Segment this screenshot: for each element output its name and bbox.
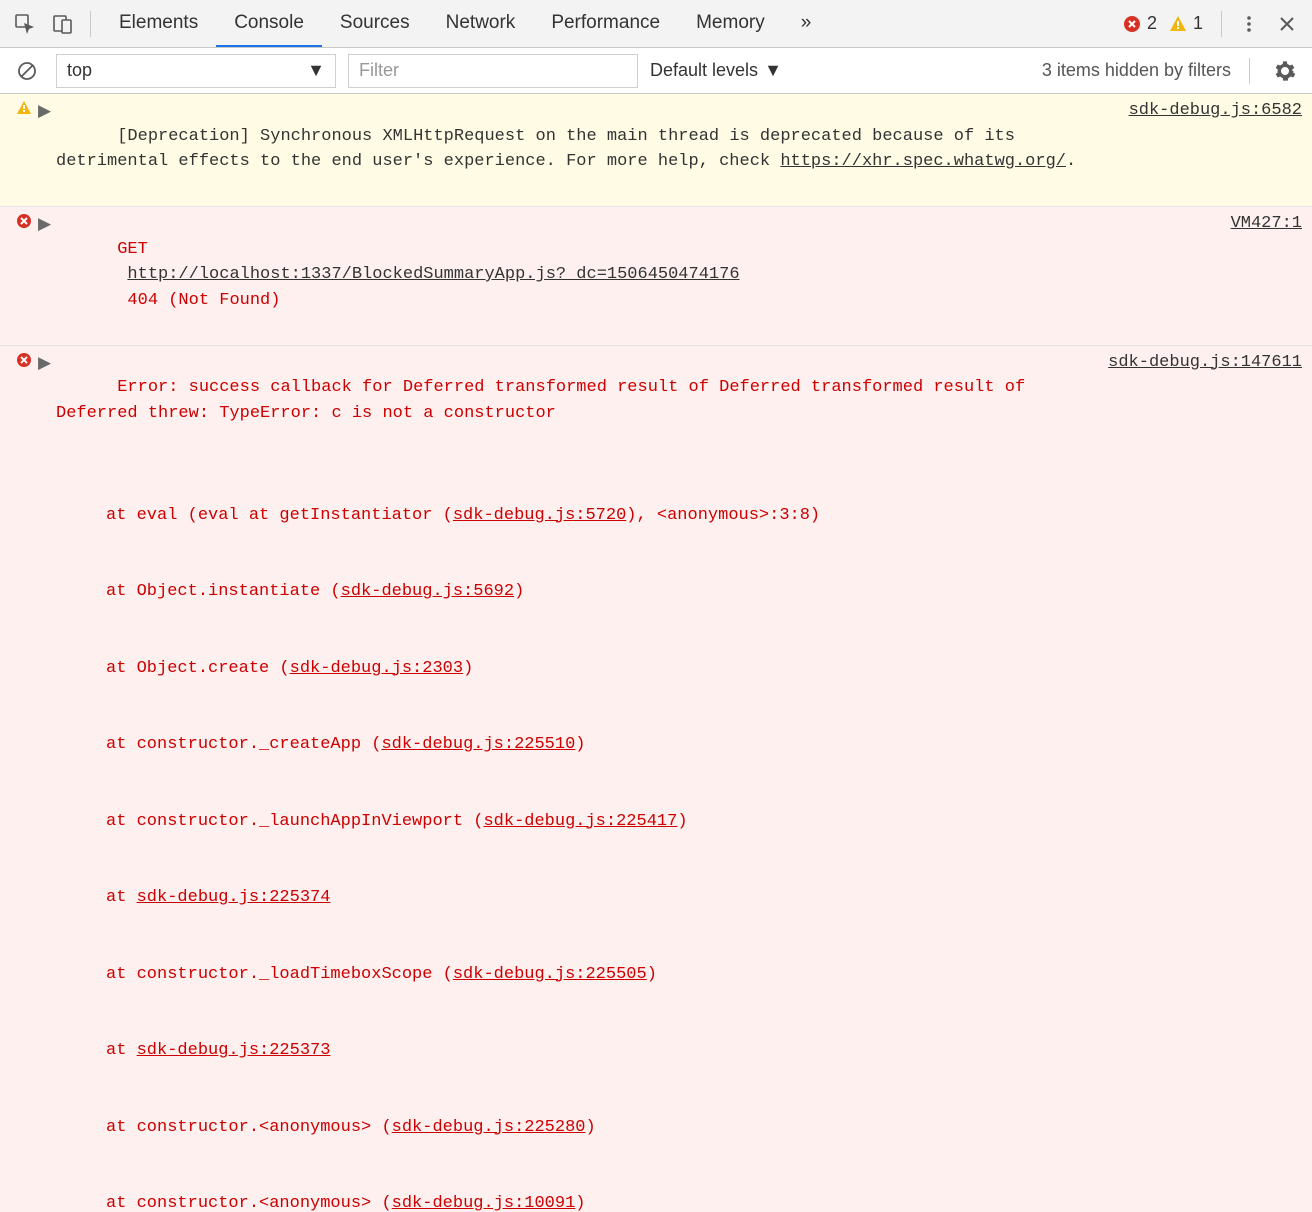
stack-frame: at Object.create (sdk-debug.js:2303) xyxy=(106,656,1088,682)
disclosure-triangle-icon[interactable]: ▶ xyxy=(38,350,56,1212)
tab-network[interactable]: Network xyxy=(428,0,534,47)
tab-elements[interactable]: Elements xyxy=(101,0,216,47)
source-link[interactable]: sdk-debug.js:2303 xyxy=(290,659,463,678)
source-link[interactable]: sdk-debug.js:225505 xyxy=(453,965,647,984)
console-messages: ▶ [Deprecation] Synchronous XMLHttpReque… xyxy=(0,94,1312,1212)
source-link[interactable]: sdk-debug.js:5720 xyxy=(453,506,626,525)
console-filter-bar: top ▼ Default levels ▼ 3 items hidden by… xyxy=(0,48,1312,94)
error-count: 2 xyxy=(1147,13,1157,34)
error-icon xyxy=(16,213,32,229)
stack-frame: at sdk-debug.js:225373 xyxy=(106,1038,1088,1064)
toolbar-divider xyxy=(1249,58,1250,84)
context-selector[interactable]: top ▼ xyxy=(56,54,336,88)
source-link[interactable]: sdk-debug.js:225374 xyxy=(137,888,331,907)
stack-trace: at eval (eval at getInstantiator (sdk-de… xyxy=(56,452,1088,1212)
console-message-warning: ▶ [Deprecation] Synchronous XMLHttpReque… xyxy=(0,94,1312,207)
console-message-error: ▶ GET http://localhost:1337/BlockedSumma… xyxy=(0,207,1312,346)
stack-frame: at constructor._loadTimeboxScope (sdk-de… xyxy=(106,962,1088,988)
source-link[interactable]: sdk-debug.js:10091 xyxy=(392,1194,576,1212)
tab-performance[interactable]: Performance xyxy=(533,0,678,47)
source-link[interactable]: sdk-debug.js:225510 xyxy=(381,735,575,754)
error-icon xyxy=(16,352,32,368)
warning-icon xyxy=(16,100,32,116)
panel-tabs: Elements Console Sources Network Perform… xyxy=(101,0,829,47)
context-selector-value: top xyxy=(67,60,92,81)
stack-frame: at constructor.<anonymous> (sdk-debug.js… xyxy=(106,1115,1088,1141)
stack-frame: at sdk-debug.js:225374 xyxy=(106,885,1088,911)
disclosure-triangle-icon[interactable]: ▶ xyxy=(38,211,56,339)
toolbar-divider xyxy=(90,11,91,37)
source-link[interactable]: sdk-debug.js:6582 xyxy=(1129,101,1302,120)
gear-icon[interactable] xyxy=(1268,54,1302,88)
hidden-items-info[interactable]: 3 items hidden by filters xyxy=(1042,60,1231,81)
source-link[interactable]: VM427:1 xyxy=(1231,214,1302,233)
request-url[interactable]: http://localhost:1337/BlockedSummaryApp.… xyxy=(127,265,739,284)
warning-icon xyxy=(1169,15,1187,33)
stack-frame: at constructor._launchAppInViewport (sdk… xyxy=(106,809,1088,835)
stack-frame: at constructor.<anonymous> (sdk-debug.js… xyxy=(106,1191,1088,1212)
devtools-toolbar: Elements Console Sources Network Perform… xyxy=(0,0,1312,48)
tab-sources[interactable]: Sources xyxy=(322,0,428,47)
message-text: . xyxy=(1066,152,1076,171)
kebab-menu-icon[interactable] xyxy=(1232,7,1266,41)
toolbar-divider xyxy=(1221,11,1222,37)
source-link[interactable]: sdk-debug.js:225417 xyxy=(483,812,677,831)
device-toggle-icon[interactable] xyxy=(46,7,80,41)
tabs-overflow-button[interactable]: » xyxy=(783,0,830,47)
stack-frame: at Object.instantiate (sdk-debug.js:5692… xyxy=(106,579,1088,605)
error-icon xyxy=(1123,15,1141,33)
source-link[interactable]: sdk-debug.js:5692 xyxy=(341,582,514,601)
stack-frame: at constructor._createApp (sdk-debug.js:… xyxy=(106,732,1088,758)
inspect-element-icon[interactable] xyxy=(8,7,42,41)
source-link[interactable]: sdk-debug.js:225373 xyxy=(137,1041,331,1060)
clear-console-icon[interactable] xyxy=(10,54,44,88)
tab-memory[interactable]: Memory xyxy=(678,0,783,47)
log-level-label: Default levels xyxy=(650,60,758,81)
message-link[interactable]: https://xhr.spec.whatwg.org/ xyxy=(780,152,1066,171)
stack-frame: at eval (eval at getInstantiator (sdk-de… xyxy=(106,503,1088,529)
console-message-error: ▶ Error: success callback for Deferred t… xyxy=(0,346,1312,1212)
disclosure-triangle-icon[interactable]: ▶ xyxy=(38,98,56,200)
log-level-selector[interactable]: Default levels ▼ xyxy=(650,60,782,81)
source-link[interactable]: sdk-debug.js:225280 xyxy=(392,1118,586,1137)
close-icon[interactable] xyxy=(1270,7,1304,41)
http-method: GET xyxy=(117,240,148,259)
tab-console[interactable]: Console xyxy=(216,0,322,47)
chevron-down-icon: ▼ xyxy=(307,60,325,81)
warning-count: 1 xyxy=(1193,13,1203,34)
chevron-down-icon: ▼ xyxy=(764,60,782,81)
source-link[interactable]: sdk-debug.js:147611 xyxy=(1108,353,1302,372)
issue-counter[interactable]: 2 1 xyxy=(1123,13,1211,34)
http-status: 404 (Not Found) xyxy=(127,291,280,310)
filter-input[interactable] xyxy=(348,54,638,88)
error-headline: Error: success callback for Deferred tra… xyxy=(56,378,1035,423)
